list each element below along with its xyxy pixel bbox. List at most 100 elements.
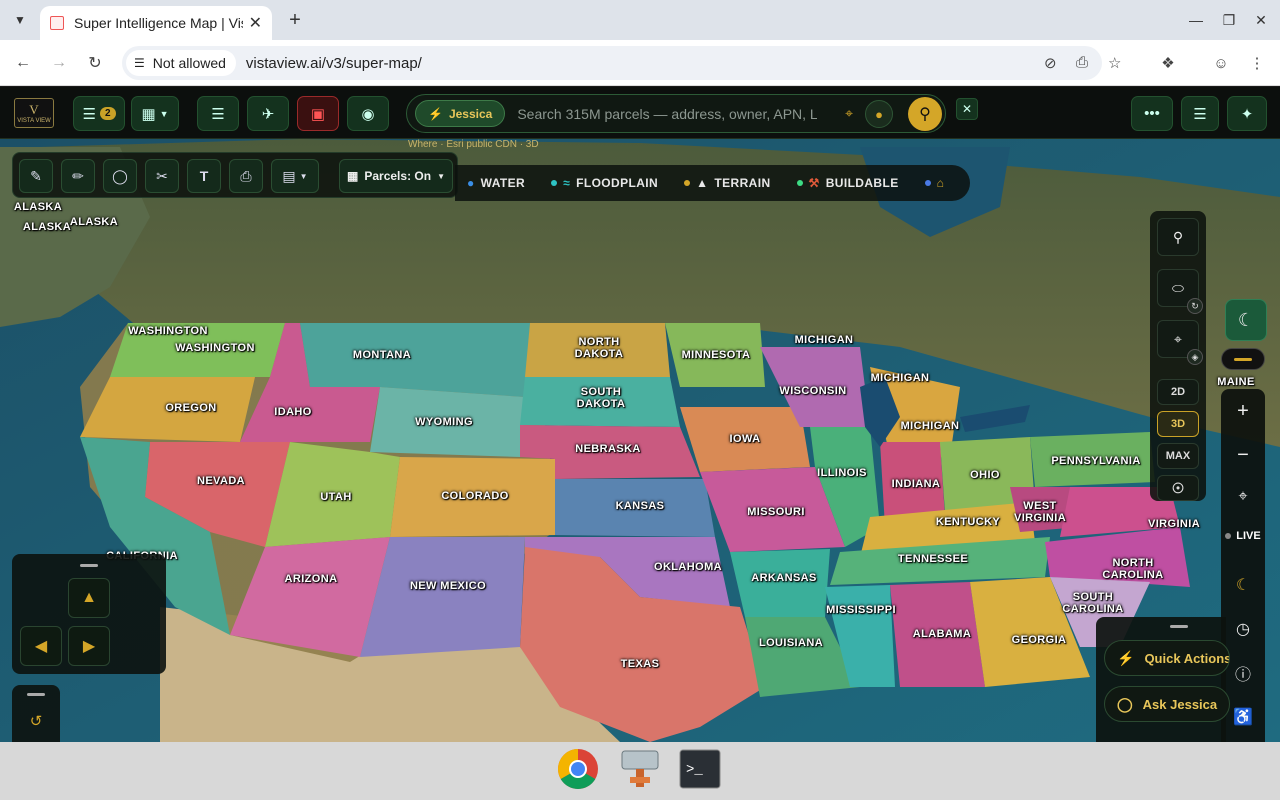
live-toggle[interactable]: LIVE — [1223, 523, 1263, 549]
tab-list-button[interactable]: ▼ — [8, 8, 32, 32]
layer-chip-floodplain[interactable]: ≈ FLOODPLAIN — [551, 176, 658, 190]
dark-mode-button[interactable]: ☾ — [1225, 299, 1267, 341]
map-label: MISSISSIPPI — [826, 604, 896, 616]
zoom-in-button[interactable]: + — [1223, 393, 1263, 429]
bolt-icon: ⚡ — [1117, 649, 1135, 666]
chrome-app-icon[interactable] — [556, 747, 600, 791]
pan-right-button[interactable]: ▶ — [68, 626, 110, 666]
back-button[interactable]: ← — [12, 52, 34, 74]
extensions-icon[interactable]: ❖ — [1157, 52, 1179, 74]
window-close-icon[interactable]: ✕ — [1251, 10, 1271, 30]
panel-grip[interactable] — [1170, 625, 1188, 628]
grid-icon: ▦ — [347, 169, 359, 183]
browser-toolbar: ← → ↻ ☰ Not allowed vistaview.ai/v3/supe… — [0, 40, 1280, 86]
pan-up-button[interactable]: ▲ — [68, 578, 110, 618]
quick-actions-panel: ⚡ Quick Actions ◯ Ask Jessica — [1096, 617, 1230, 742]
layers-icon: ☰ — [211, 105, 225, 123]
map-label: MAINE — [1217, 376, 1255, 388]
layer-chip-more[interactable]: ⌂ — [924, 176, 945, 190]
text-tool-button[interactable]: T — [187, 159, 221, 193]
file-manager-app-icon[interactable] — [618, 747, 662, 791]
pen-tool-button[interactable]: ✎ — [19, 159, 53, 193]
more-options-button[interactable]: ••• — [1131, 96, 1173, 131]
layer-chip-terrain[interactable]: ▲ TERRAIN — [684, 176, 770, 190]
jessica-ai-chip[interactable]: ⚡ Jessica — [415, 100, 506, 127]
reset-view-button[interactable]: ↺ — [24, 709, 48, 733]
vista-view-logo[interactable]: V VISTA VIEW — [14, 98, 54, 128]
circle-tool-button[interactable]: ◯ — [103, 159, 137, 193]
map-app: ALASKA ALASKA ALASKA WASHINGTON WASHINGT… — [0, 87, 1280, 742]
flight-button[interactable]: ✈ — [247, 96, 289, 131]
close-search-button[interactable]: ✕ — [956, 98, 978, 120]
site-info-chip[interactable]: ☰ Not allowed — [126, 50, 236, 76]
svg-text:>_: >_ — [686, 762, 703, 778]
screenshot-button[interactable]: ◉ — [347, 96, 389, 131]
profile-icon[interactable]: ☺ — [1210, 52, 1232, 74]
night-button[interactable]: ☾ — [1223, 567, 1263, 603]
parcels-toggle-label: Parcels: On — [364, 169, 432, 183]
apps-grid-button[interactable]: ▦ ▼ — [131, 96, 179, 131]
globe-button[interactable]: ☉ — [1157, 475, 1199, 501]
history-button[interactable]: ◷ — [1223, 611, 1263, 647]
menu-button[interactable]: ☰ — [1181, 96, 1219, 131]
parcel-search-input[interactable] — [517, 105, 818, 122]
layer-chip-water[interactable]: ● WATER — [467, 176, 525, 190]
view-mode-max[interactable]: MAX — [1157, 443, 1199, 469]
map-label: WASHINGTON — [175, 342, 255, 354]
video-icon: ▣ — [310, 105, 326, 123]
map-label: MICHIGAN — [870, 372, 930, 384]
cut-tool-button[interactable]: ✂ — [145, 159, 179, 193]
map-label: IDAHO — [274, 406, 312, 418]
street-view-button[interactable]: ⚲ — [1157, 218, 1199, 256]
panel-grip[interactable] — [27, 693, 45, 696]
url-text[interactable]: vistaview.ai/v3/super-map/ — [246, 55, 422, 72]
search-icon[interactable]: ⚲ — [908, 97, 942, 131]
terminal-app-icon[interactable]: >_ — [678, 747, 722, 791]
person-icon: ⚲ — [1172, 228, 1184, 245]
browser-tab[interactable]: Super Intelligence Map | Vis ✕ — [40, 6, 272, 40]
microphone-icon[interactable]: ● — [865, 100, 893, 128]
map-label: KANSAS — [615, 500, 665, 512]
install-app-icon[interactable]: ⎙ — [1076, 54, 1088, 71]
close-tab-icon[interactable]: ✕ — [249, 13, 262, 33]
bookmark-star-icon[interactable]: ☆ — [1108, 54, 1121, 72]
pan-left-button[interactable]: ◀ — [20, 626, 62, 666]
print-button[interactable]: ⎙ — [229, 159, 263, 193]
magic-wand-button[interactable]: ✦ — [1227, 96, 1267, 131]
map-label: NORTH DAKOTA — [574, 336, 624, 360]
crosshair-icon[interactable]: ⌖ — [845, 105, 853, 122]
target-icon: ⌖ — [1238, 488, 1248, 505]
new-tab-button[interactable]: + — [283, 8, 307, 32]
moon-icon: ☾ — [1237, 309, 1255, 330]
map-label: GEORGIA — [1011, 634, 1067, 646]
map-label: ARKANSAS — [751, 572, 817, 584]
recenter-button[interactable]: ⌖ — [1223, 479, 1263, 515]
layers-mini-icon[interactable]: ◈ — [1187, 349, 1203, 365]
map-label: COLORADO — [441, 490, 509, 502]
ask-jessica-button[interactable]: ◯ Ask Jessica — [1104, 686, 1230, 722]
restore-icon[interactable]: ❐ — [1219, 10, 1239, 30]
quick-actions-button[interactable]: ⚡ Quick Actions — [1104, 640, 1230, 676]
minimize-icon[interactable]: — — [1186, 10, 1206, 30]
view-mode-3d[interactable]: 3D — [1157, 411, 1199, 437]
collapse-rail-handle[interactable] — [1221, 348, 1265, 370]
location-blocked-icon[interactable]: ⊘ — [1044, 54, 1057, 72]
layer-chip-buildable[interactable]: ⚒ BUILDABLE — [796, 176, 899, 190]
handle-bar — [1234, 357, 1252, 361]
layers-button[interactable]: ☰ — [197, 96, 239, 131]
panel-grip[interactable] — [80, 564, 98, 567]
measure-tool-button[interactable]: ✏ — [61, 159, 95, 193]
parcels-toggle[interactable]: ▦ Parcels: On ▼ — [339, 159, 453, 193]
view-mode-2d[interactable]: 2D — [1157, 379, 1199, 405]
layers-count-button[interactable]: ☰ 2 — [73, 96, 125, 131]
clipboard-menu-button[interactable]: ▤ ▼ — [271, 159, 319, 193]
globe-icon: ☉ — [1171, 479, 1185, 496]
address-bar[interactable]: ☰ Not allowed vistaview.ai/v3/super-map/… — [122, 46, 1121, 80]
reload-button[interactable]: ↻ — [84, 52, 106, 74]
forward-button[interactable]: → — [48, 52, 70, 74]
record-video-button[interactable]: ▣ — [297, 96, 339, 131]
browser-menu-icon[interactable]: ⋮ — [1246, 52, 1268, 74]
terminal-icon: >_ — [679, 749, 721, 789]
zoom-out-button[interactable]: − — [1223, 437, 1263, 473]
rotate-icon[interactable]: ↻ — [1187, 298, 1203, 314]
